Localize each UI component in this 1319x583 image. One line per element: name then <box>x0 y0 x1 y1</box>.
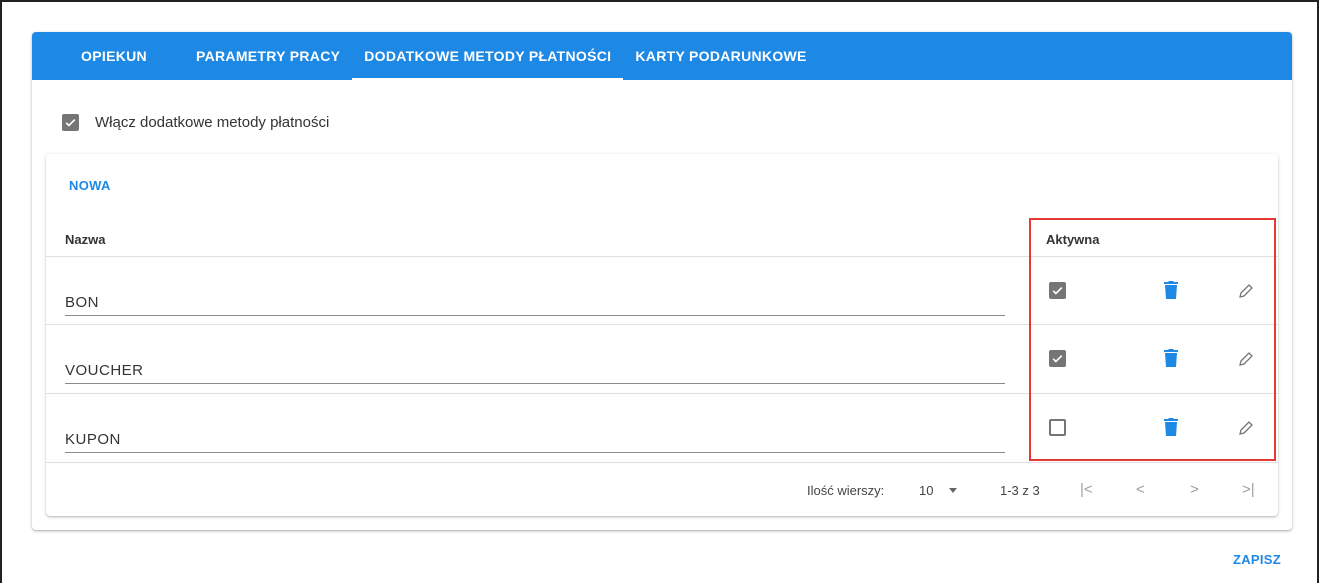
check-icon <box>65 118 76 127</box>
save-button[interactable]: ZAPISZ <box>1233 552 1281 567</box>
column-header-name: Nazwa <box>65 232 106 247</box>
tab-dodatkowe-metody-platnosci[interactable]: DODATKOWE METODY PŁATNOŚCI <box>352 32 624 80</box>
method-name-field[interactable]: BON <box>65 286 1005 316</box>
enable-methods-checkbox[interactable] <box>62 114 79 131</box>
first-page-icon[interactable]: |< <box>1080 481 1093 498</box>
method-name-field[interactable]: VOUCHER <box>65 354 1005 384</box>
chevron-left-icon[interactable]: < <box>1136 481 1145 498</box>
enable-methods-label: Włącz dodatkowe metody płatności <box>95 114 330 131</box>
enable-methods-row: Włącz dodatkowe metody płatności <box>62 114 329 131</box>
last-page-icon[interactable]: >| <box>1242 481 1255 498</box>
pagination-bar: Ilość wierszy: 10 1-3 z 3 |< < > >| <box>46 463 1278 516</box>
active-column-highlight <box>1029 218 1276 461</box>
rows-per-page-label: Ilość wierszy: <box>807 483 885 498</box>
caret-down-icon[interactable] <box>949 488 957 493</box>
page-range: 1-3 z 3 <box>1000 483 1040 498</box>
method-name-field[interactable]: KUPON <box>65 423 1005 453</box>
tab-parametry-pracy[interactable]: PARAMETRY PRACY <box>184 32 352 80</box>
tab-bar: OPIEKUN PARAMETRY PRACY DODATKOWE METODY… <box>32 32 1292 80</box>
tab-opiekun[interactable]: OPIEKUN <box>44 32 184 80</box>
chevron-right-icon[interactable]: > <box>1190 481 1199 498</box>
tab-karty-podarunkowe[interactable]: KARTY PODARUNKOWE <box>623 32 818 80</box>
rows-per-page-select[interactable]: 10 <box>919 483 933 498</box>
new-button[interactable]: NOWA <box>69 178 111 193</box>
